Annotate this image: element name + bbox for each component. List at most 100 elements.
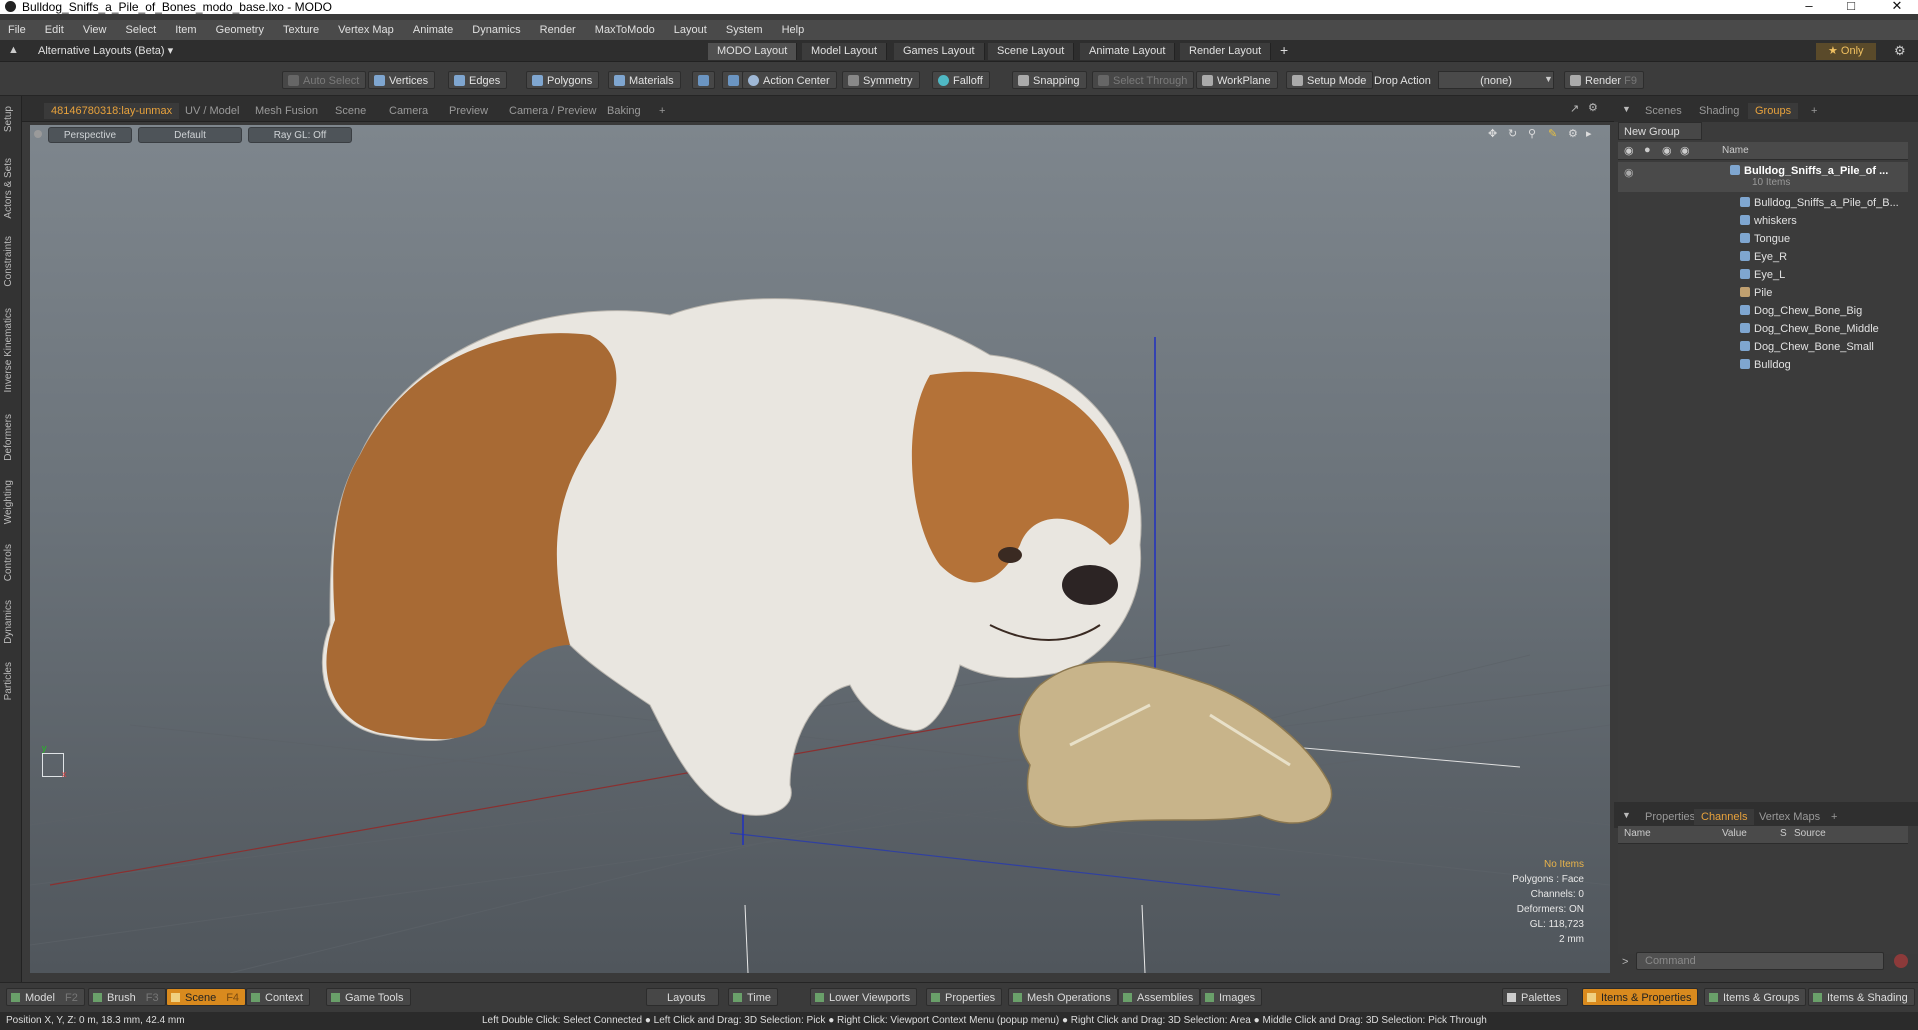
close-button[interactable]: ✕ [1878,0,1916,12]
menu-dynamics[interactable]: Dynamics [464,20,528,40]
falloff-button[interactable]: Falloff [932,71,990,89]
tab-games-layout[interactable]: Games Layout [894,43,985,60]
properties-button[interactable]: Properties [926,988,1003,1006]
side-tab-actors-sets[interactable]: Actors & Sets [3,158,14,219]
maximize-viewport-icon[interactable]: ↗ [1570,102,1579,115]
only-button[interactable]: ★ Only [1816,43,1876,60]
menu-vertex-map[interactable]: Vertex Map [330,20,402,40]
add-viewport-tab-button[interactable]: + [652,103,672,119]
drop-action-select[interactable]: (none) [1438,71,1554,89]
command-input[interactable]: Command [1636,952,1884,970]
workplane-button[interactable]: WorkPlane [1196,71,1278,89]
menu-system[interactable]: System [718,20,771,40]
menu-animate[interactable]: Animate [405,20,461,40]
panel-menu-icon[interactable]: ▼ [1622,104,1631,114]
3d-viewport[interactable]: Perspective Default Ray GL: Off ✥ ↻ ⚲ ✎ … [30,125,1610,973]
lower-viewports-button[interactable]: Lower Viewports [810,988,918,1006]
menu-maxtomodo[interactable]: MaxToModo [587,20,663,40]
menu-texture[interactable]: Texture [275,20,327,40]
tab-scene[interactable]: Scene [328,103,373,119]
menu-edit[interactable]: Edit [37,20,72,40]
alternative-layouts-dropdown[interactable]: Alternative Layouts (Beta) ▾ [38,44,173,57]
auto-select-button[interactable]: Auto Select [282,71,367,89]
images-button[interactable]: Images [1200,988,1263,1006]
tab-mesh-fusion[interactable]: Mesh Fusion [248,103,325,119]
maximize-button[interactable]: □ [1832,0,1870,12]
materials-button[interactable]: Materials [608,71,681,89]
items-shading-button[interactable]: Items & Shading [1808,988,1915,1006]
side-tab-dynamics[interactable]: Dynamics [3,600,14,644]
group-item-row[interactable]: Bulldog [1618,356,1908,374]
side-tab-setup[interactable]: Setup [3,106,14,132]
vertices-button[interactable]: Vertices [368,71,436,89]
channel-s-header[interactable]: S [1780,828,1787,839]
setup-mode-button[interactable]: Setup Mode [1286,71,1374,89]
channel-value-header[interactable]: Value [1722,828,1747,839]
channel-name-header[interactable]: Name [1624,828,1651,839]
group-item-row[interactable]: Eye_R [1618,248,1908,266]
scene-button[interactable]: Scene F4 [166,988,247,1006]
side-tab-constraints[interactable]: Constraints [3,236,14,287]
minimize-button[interactable]: – [1790,0,1828,12]
menu-file[interactable]: File [0,20,34,40]
symmetry-button[interactable]: Symmetry [842,71,920,89]
add-layout-button[interactable]: + [1280,42,1288,58]
assemblies-button[interactable]: Assemblies [1118,988,1201,1006]
tab-channels[interactable]: Channels [1694,809,1755,825]
group-item-row[interactable]: Pile [1618,284,1908,302]
panel-menu-icon[interactable]: ▼ [1622,810,1631,820]
action-center-button[interactable]: Action Center [742,71,837,89]
visibility-column-icon[interactable]: ◉ [1624,144,1634,157]
tab-lay-unmax[interactable]: 48146780318:lay-unmax [44,103,180,119]
menu-render[interactable]: Render [532,20,584,40]
tab-properties[interactable]: Properties [1638,809,1702,825]
brush-button[interactable]: Brush F3 [88,988,166,1006]
add-panel-tab-button[interactable]: + [1804,103,1824,119]
context-button[interactable]: Context [246,988,310,1006]
gear-icon[interactable]: ⚙ [1894,43,1906,59]
tab-render-layout[interactable]: Render Layout [1180,43,1272,60]
group-item-row[interactable]: Dog_Chew_Bone_Middle [1618,320,1908,338]
group-item-row[interactable]: Tongue [1618,230,1908,248]
items-groups-button[interactable]: Items & Groups [1704,988,1807,1006]
side-tab-particles[interactable]: Particles [3,662,14,700]
side-tab-deformers[interactable]: Deformers [3,414,14,461]
tab-model-layout[interactable]: Model Layout [802,43,888,60]
menu-item[interactable]: Item [167,20,204,40]
side-tab-controls[interactable]: Controls [3,544,14,581]
select-through-button[interactable]: Select Through [1092,71,1195,89]
group-item-row[interactable]: Bulldog_Sniffs_a_Pile_of_B... [1618,194,1908,212]
group-root-row[interactable]: ◉ Bulldog_Sniffs_a_Pile_of ... 10 Items [1618,162,1908,192]
tab-camera-preview[interactable]: Camera / Preview [502,103,603,119]
tab-uv-model[interactable]: UV / Model [178,103,246,119]
tab-modo-layout[interactable]: MODO Layout [708,43,798,60]
tab-shading[interactable]: Shading [1692,103,1746,119]
tab-preview[interactable]: Preview [442,103,495,119]
render-column-icon[interactable]: ◉ [1662,144,1672,157]
side-tab-inverse-kinematics[interactable]: Inverse Kinematics [3,308,14,392]
tab-vertex-maps[interactable]: Vertex Maps [1752,809,1827,825]
game-tools-button[interactable]: Game Tools [326,988,411,1006]
name-column-header[interactable]: Name [1722,145,1749,156]
tab-scenes[interactable]: Scenes [1638,103,1689,119]
layouts-button[interactable]: Layouts [646,988,719,1006]
side-tab-weighting[interactable]: Weighting [3,480,14,524]
edges-button[interactable]: Edges [448,71,508,89]
command-stop-icon[interactable] [1894,954,1908,968]
tab-baking[interactable]: Baking [600,103,648,119]
menu-geometry[interactable]: Geometry [208,20,272,40]
model-button[interactable]: Model F2 [6,988,85,1006]
group-item-row[interactable]: Eye_L [1618,266,1908,284]
menu-layout[interactable]: Layout [666,20,715,40]
select-column-icon[interactable]: ◉ [1680,144,1690,157]
add-panel-tab-button[interactable]: + [1824,809,1844,825]
mesh-operations-button[interactable]: Mesh Operations [1008,988,1118,1006]
group-item-row[interactable]: Dog_Chew_Bone_Small [1618,338,1908,356]
tab-scene-layout[interactable]: Scene Layout [988,43,1075,60]
new-group-button[interactable]: New Group [1618,122,1702,140]
viewport-settings-icon[interactable]: ⚙ [1588,101,1598,114]
palettes-button[interactable]: Palettes [1502,988,1568,1006]
lock-column-icon[interactable]: ● [1644,144,1651,156]
polygons-button[interactable]: Polygons [526,71,600,89]
group-item-row[interactable]: Dog_Chew_Bone_Big [1618,302,1908,320]
